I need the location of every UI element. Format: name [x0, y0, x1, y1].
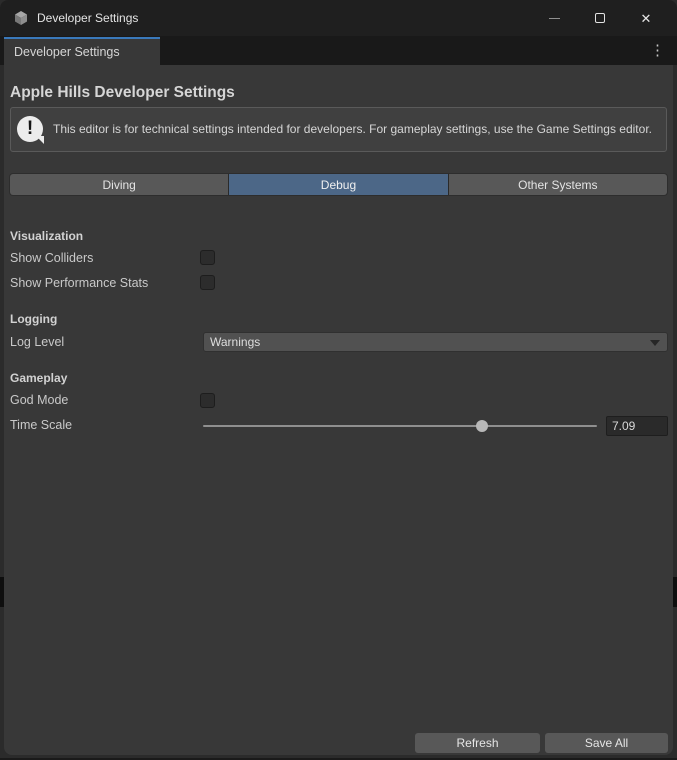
- category-toolbar: Diving Debug Other Systems: [10, 174, 667, 195]
- minimize-button[interactable]: [531, 0, 577, 36]
- time-scale-value-field[interactable]: 7.09: [606, 416, 668, 436]
- tab-other-systems-label: Other Systems: [518, 178, 597, 192]
- editor-tabstrip: Developer Settings ⋮: [0, 36, 677, 65]
- log-level-label: Log Level: [10, 335, 64, 349]
- refresh-button[interactable]: Refresh: [415, 733, 540, 753]
- save-all-button-label: Save All: [585, 736, 628, 750]
- refresh-button-label: Refresh: [456, 736, 498, 750]
- time-scale-slider-track[interactable]: [203, 425, 597, 427]
- chevron-down-icon: [650, 340, 660, 346]
- editor-tab-label: Developer Settings: [14, 45, 120, 59]
- tab-menu-button[interactable]: ⋮: [650, 36, 665, 65]
- helpbox: ! This editor is for technical settings …: [10, 107, 667, 152]
- titlebar: Developer Settings ✕: [0, 0, 677, 36]
- section-logging: Logging: [10, 312, 57, 326]
- kebab-menu-icon: ⋮: [650, 42, 665, 59]
- time-scale-slider-thumb[interactable]: [476, 420, 488, 432]
- left-edge-notch: [0, 577, 4, 607]
- tab-diving[interactable]: Diving: [10, 174, 228, 195]
- god-mode-label: God Mode: [10, 393, 68, 407]
- show-performance-stats-checkbox[interactable]: [200, 275, 215, 290]
- time-scale-label: Time Scale: [10, 418, 72, 432]
- time-scale-value: 7.09: [612, 419, 635, 433]
- show-colliders-checkbox[interactable]: [200, 250, 215, 265]
- window-title: Developer Settings: [37, 11, 138, 25]
- section-gameplay: Gameplay: [10, 371, 67, 385]
- show-colliders-label: Show Colliders: [10, 251, 93, 265]
- tab-debug-label: Debug: [321, 178, 356, 192]
- minimize-icon: [549, 18, 560, 19]
- tab-debug[interactable]: Debug: [229, 174, 447, 195]
- save-all-button[interactable]: Save All: [545, 733, 668, 753]
- content-panel: [4, 65, 673, 755]
- helpbox-text: This editor is for technical settings in…: [53, 122, 652, 137]
- log-level-value: Warnings: [210, 335, 260, 349]
- tab-diving-label: Diving: [102, 178, 135, 192]
- close-button[interactable]: ✕: [623, 0, 669, 36]
- show-performance-stats-label: Show Performance Stats: [10, 276, 148, 290]
- tab-other-systems[interactable]: Other Systems: [449, 174, 667, 195]
- warning-info-icon: !: [17, 116, 44, 143]
- tab-developer-settings[interactable]: Developer Settings: [4, 37, 160, 65]
- god-mode-checkbox[interactable]: [200, 393, 215, 408]
- right-edge-notch: [673, 577, 677, 607]
- window-controls: ✕: [531, 0, 669, 36]
- maximize-button[interactable]: [577, 0, 623, 36]
- log-level-dropdown[interactable]: Warnings: [203, 332, 668, 352]
- unity-logo-icon: [13, 10, 29, 26]
- section-visualization: Visualization: [10, 229, 83, 243]
- developer-settings-window: Developer Settings ✕ Developer Settings …: [0, 0, 677, 760]
- time-scale-slider[interactable]: [203, 418, 597, 434]
- close-icon: ✕: [641, 12, 652, 25]
- maximize-icon: [595, 13, 605, 23]
- page-title: Apple Hills Developer Settings: [10, 84, 235, 102]
